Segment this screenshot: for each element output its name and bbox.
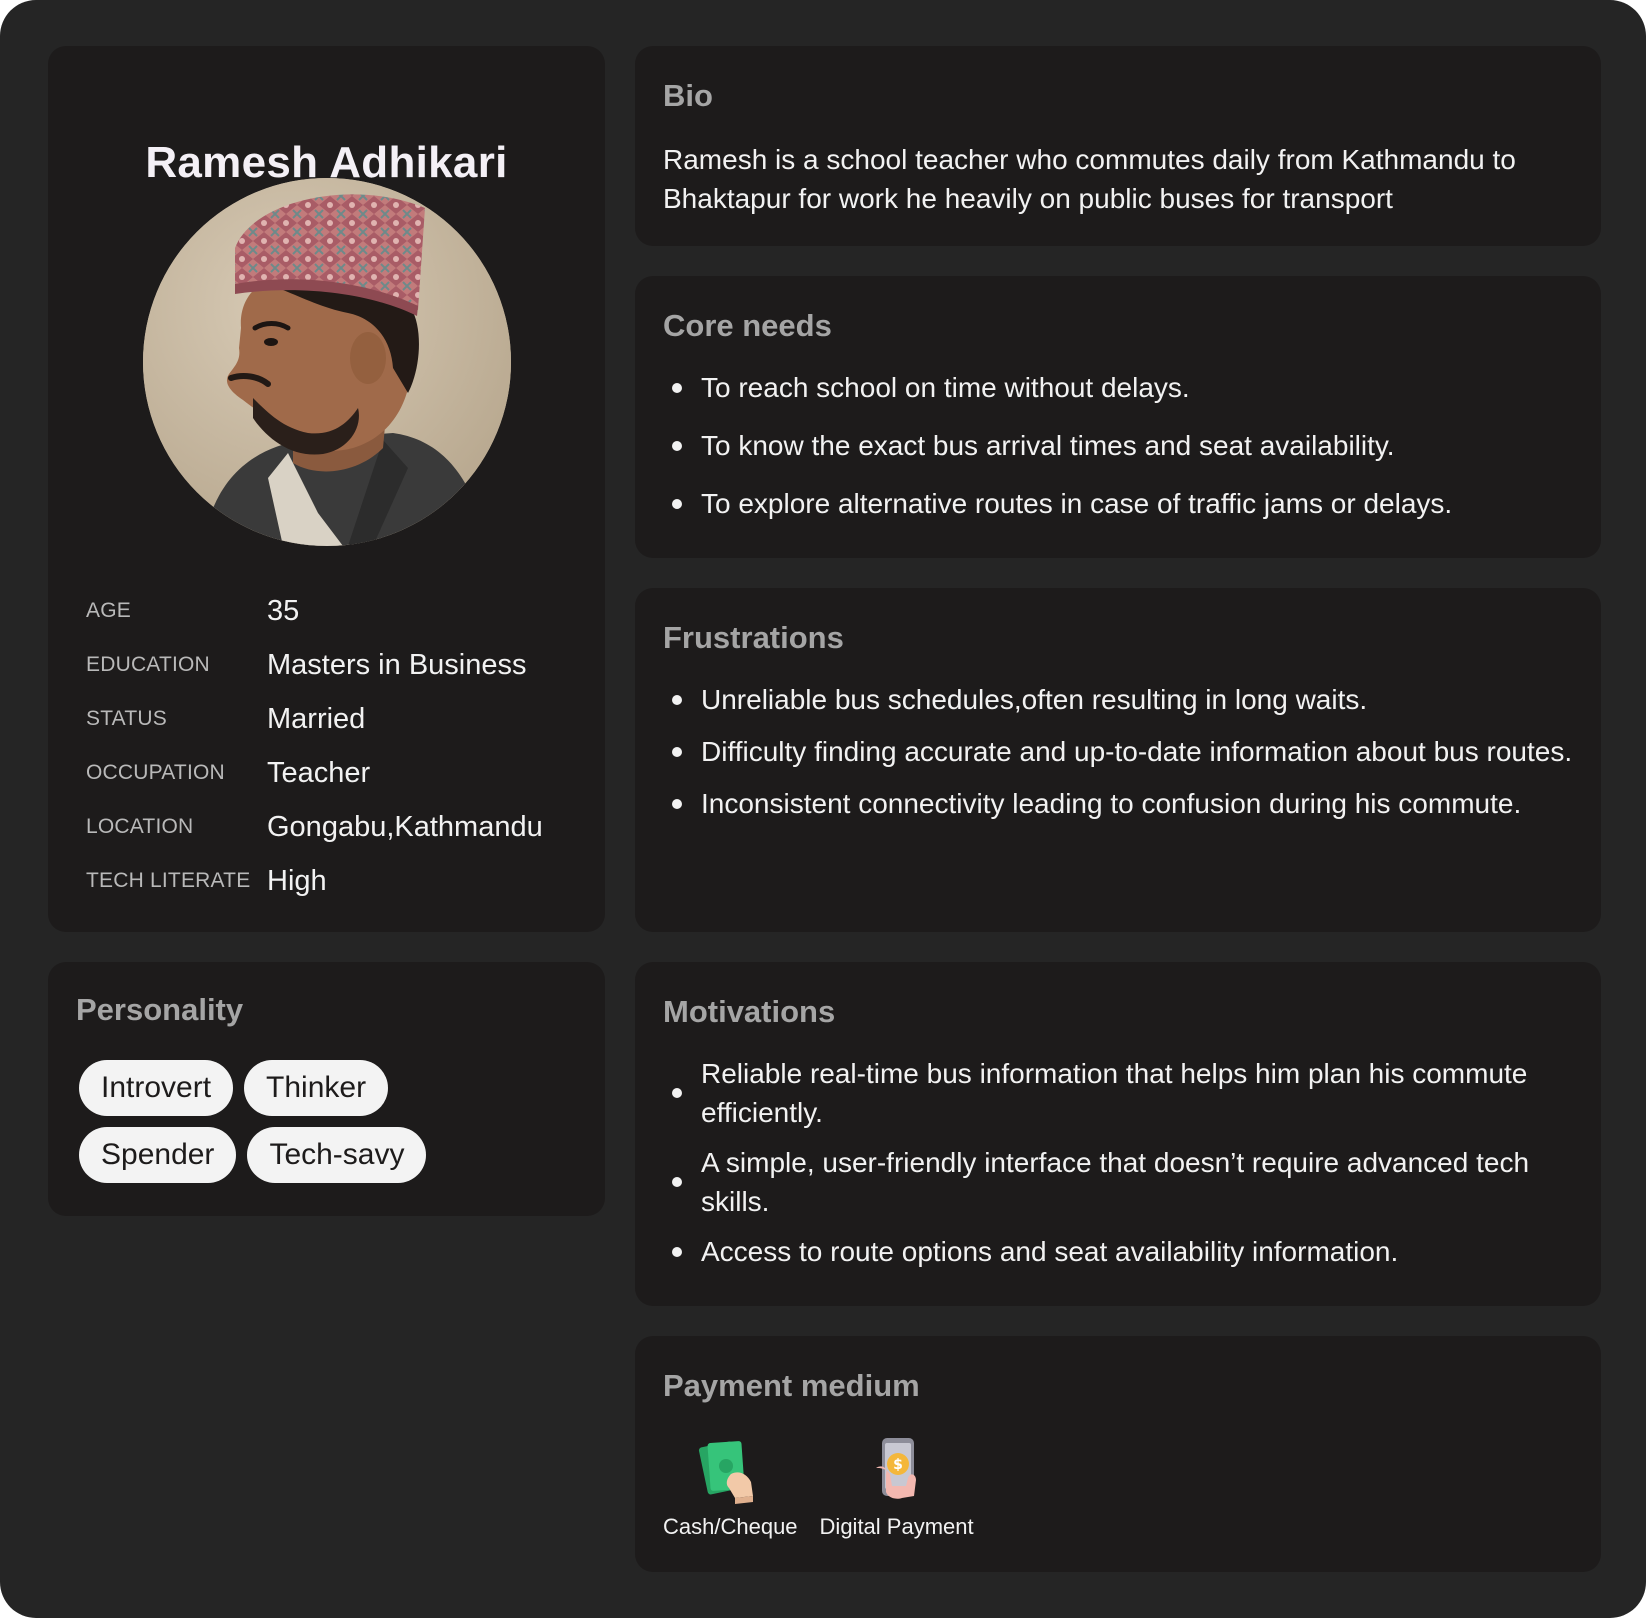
payment-methods: Cash/Cheque $ Digital Payment (663, 1434, 974, 1540)
personality-title: Personality (76, 992, 244, 1027)
fact-label: LOCATION (86, 815, 194, 838)
avatar-portrait-image (143, 178, 511, 546)
core-needs-list: To reach school on time without delays. … (663, 368, 1573, 542)
payment-method-cash: Cash/Cheque (663, 1434, 798, 1540)
bullet-dot-icon (672, 498, 682, 509)
payment-method-label: Cash/Cheque (663, 1514, 798, 1539)
motivations-title: Motivations (663, 994, 836, 1029)
trait-chip: Tech-savy (247, 1127, 427, 1183)
core-needs-title: Core needs (663, 308, 832, 343)
profile-card: Ramesh Adhikari AGE 35 EDUCATION Masters… (48, 46, 605, 932)
payment-title: Payment medium (663, 1368, 920, 1403)
fact-label: OCCUPATION (86, 761, 225, 784)
list-item: Difficulty finding accurate and up-to-da… (663, 732, 1573, 771)
list-item: Unreliable bus schedules,often resulting… (663, 680, 1573, 719)
list-item: To reach school on time without delays. (663, 368, 1573, 407)
motivations-card: Motivations Reliable real-time bus infor… (635, 962, 1601, 1306)
cash-in-hand-icon (699, 1441, 754, 1504)
trait-chip: Spender (79, 1127, 237, 1183)
svg-text:$: $ (893, 1457, 903, 1473)
fact-label: STATUS (86, 707, 167, 730)
bullet-dot-icon (672, 1246, 682, 1257)
fact-row-status: STATUS Married (86, 692, 586, 746)
trait-chip: Thinker (244, 1060, 389, 1116)
fact-value: Gongabu,Kathmandu (267, 810, 543, 843)
fact-label: TECH LITERATE (86, 869, 251, 892)
bio-card: Bio Ramesh is a school teacher who commu… (635, 46, 1601, 246)
trait-chip: Introvert (79, 1060, 234, 1116)
bullet-dot-icon (672, 798, 682, 809)
core-needs-card: Core needs To reach school on time witho… (635, 276, 1601, 558)
fact-row-education: EDUCATION Masters in Business (86, 638, 586, 692)
bio-title: Bio (663, 78, 713, 113)
motivations-list: Reliable real-time bus information that … (663, 1054, 1573, 1282)
list-item: To know the exact bus arrival times and … (663, 426, 1573, 465)
frustrations-list: Unreliable bus schedules,often resulting… (663, 680, 1573, 836)
fact-row-age: AGE 35 (86, 584, 586, 638)
bullet-dot-icon (672, 1177, 682, 1187)
fact-value: Masters in Business (267, 648, 527, 681)
payment-card: Payment medium Cash/Cheque $ Digital Pay… (635, 1336, 1601, 1572)
bullet-dot-icon (672, 694, 682, 705)
fact-value: Married (267, 702, 366, 735)
list-item: To explore alternative routes in case of… (663, 484, 1573, 523)
payment-method-digital: $ Digital Payment (820, 1434, 974, 1540)
bullet-dot-icon (672, 440, 682, 451)
fact-value: High (267, 864, 327, 897)
frustrations-card: Frustrations Unreliable bus schedules,of… (635, 588, 1601, 932)
trait-chips: Introvert Thinker Spender Tech-savy (79, 1060, 559, 1194)
fact-value: Teacher (267, 756, 371, 789)
list-item: Inconsistent connectivity leading to con… (663, 784, 1573, 823)
persona-board: Ramesh Adhikari AGE 35 EDUCATION Masters… (0, 0, 1646, 1618)
payment-method-label: Digital Payment (819, 1514, 974, 1539)
fact-label: AGE (86, 599, 131, 622)
fact-label: EDUCATION (86, 653, 210, 676)
bullet-dot-icon (672, 1088, 682, 1098)
fact-row-occupation: OCCUPATION Teacher (86, 746, 586, 800)
fact-value: 35 (267, 594, 300, 627)
phone-payment-icon: $ (875, 1438, 916, 1499)
personality-card: Personality Introvert Thinker Spender Te… (48, 962, 605, 1216)
bullet-dot-icon (672, 382, 682, 393)
list-item: Reliable real-time bus information that … (663, 1054, 1573, 1132)
bullet-dot-icon (672, 746, 682, 757)
list-item: Access to route options and seat availab… (663, 1232, 1573, 1271)
frustrations-title: Frustrations (663, 620, 844, 655)
fact-row-location: LOCATION Gongabu,Kathmandu (86, 800, 586, 854)
list-item: A simple, user-friendly interface that d… (663, 1143, 1573, 1221)
avatar (143, 178, 511, 546)
fact-row-tech-literate: TECH LITERATE High (86, 854, 586, 908)
facts-list: AGE 35 EDUCATION Masters in Business STA… (86, 584, 586, 908)
bio-text: Ramesh is a school teacher who commutes … (663, 144, 1516, 214)
